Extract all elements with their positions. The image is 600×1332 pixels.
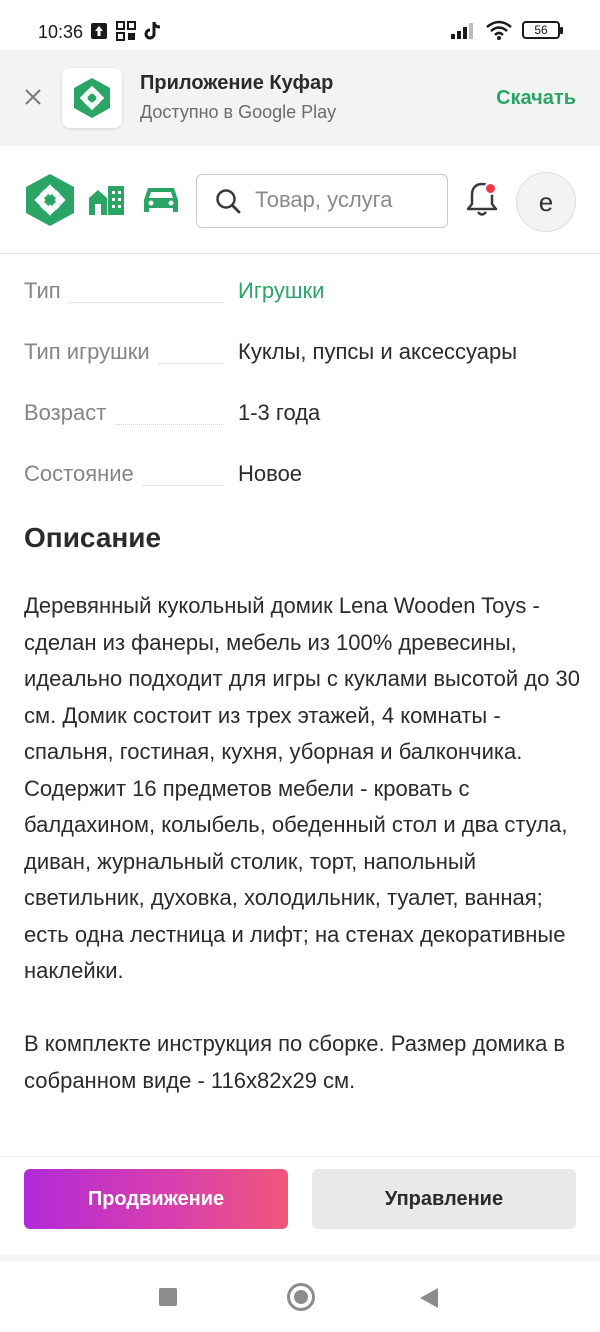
kufar-logo-icon bbox=[74, 78, 110, 118]
realty-icon[interactable] bbox=[88, 184, 126, 221]
car-icon[interactable] bbox=[142, 184, 180, 221]
download-button[interactable]: Скачать bbox=[496, 87, 576, 110]
status-bar: 10:36 56 bbox=[0, 0, 600, 50]
kufar-app-logo bbox=[62, 68, 122, 128]
banner-subtitle: Доступно в Google Play bbox=[140, 102, 337, 122]
manage-button[interactable]: Управление bbox=[312, 1169, 576, 1229]
status-system-icons: 56 bbox=[450, 20, 563, 40]
notification-badge bbox=[484, 182, 497, 195]
site-header: е bbox=[0, 146, 600, 254]
param-row-condition: Состояние Новое bbox=[24, 453, 576, 514]
description-text: Деревянный кукольный домик Lena Wooden T… bbox=[24, 593, 580, 1093]
app-install-banner: Приложение Куфар Доступно в Google Play … bbox=[0, 50, 600, 146]
status-notification-icons bbox=[90, 21, 162, 41]
recent-apps-icon[interactable] bbox=[159, 1288, 177, 1306]
description-title: Описание bbox=[24, 522, 162, 553]
apps-notification-icon bbox=[116, 21, 136, 41]
avatar[interactable]: е bbox=[516, 172, 576, 232]
param-value: Новое bbox=[238, 461, 303, 486]
back-icon[interactable] bbox=[420, 1288, 438, 1308]
battery-indicator: 56 bbox=[522, 21, 563, 39]
banner-title: Приложение Куфар bbox=[140, 72, 334, 94]
param-value-link[interactable]: Игрушки bbox=[238, 278, 324, 304]
param-label: Тип bbox=[24, 278, 69, 304]
status-time: 10:36 bbox=[38, 22, 84, 42]
close-icon[interactable] bbox=[20, 84, 46, 110]
promotion-button[interactable]: Продвижение bbox=[24, 1169, 288, 1229]
bottom-action-bar: Продвижение Управление bbox=[0, 1156, 600, 1261]
signal-icon bbox=[451, 23, 473, 39]
param-row-type: Тип Игрушки bbox=[24, 270, 576, 331]
search-input[interactable] bbox=[255, 175, 441, 225]
home-icon[interactable] bbox=[287, 1283, 315, 1311]
wifi-icon bbox=[486, 20, 512, 40]
search-icon bbox=[216, 189, 241, 214]
param-value: 1-3 года bbox=[238, 400, 321, 425]
tiktok-icon bbox=[144, 22, 161, 40]
ad-parameters: Тип Игрушки Тип игрушки Куклы, пупсы и а… bbox=[24, 270, 576, 514]
param-row-toy-type: Тип игрушки Куклы, пупсы и аксессуары bbox=[24, 331, 576, 392]
upload-notification-icon bbox=[91, 23, 107, 39]
divider bbox=[0, 1255, 600, 1261]
param-row-age: Возраст 1-3 года bbox=[24, 392, 576, 453]
kufar-logo-icon[interactable] bbox=[24, 172, 76, 233]
param-label: Возраст bbox=[24, 400, 115, 426]
param-label: Состояние bbox=[24, 461, 142, 487]
param-value: Куклы, пупсы и аксессуары bbox=[238, 339, 518, 364]
param-label: Тип игрушки bbox=[24, 339, 158, 365]
system-navigation-bar bbox=[0, 1262, 600, 1332]
search-box[interactable] bbox=[196, 174, 448, 228]
